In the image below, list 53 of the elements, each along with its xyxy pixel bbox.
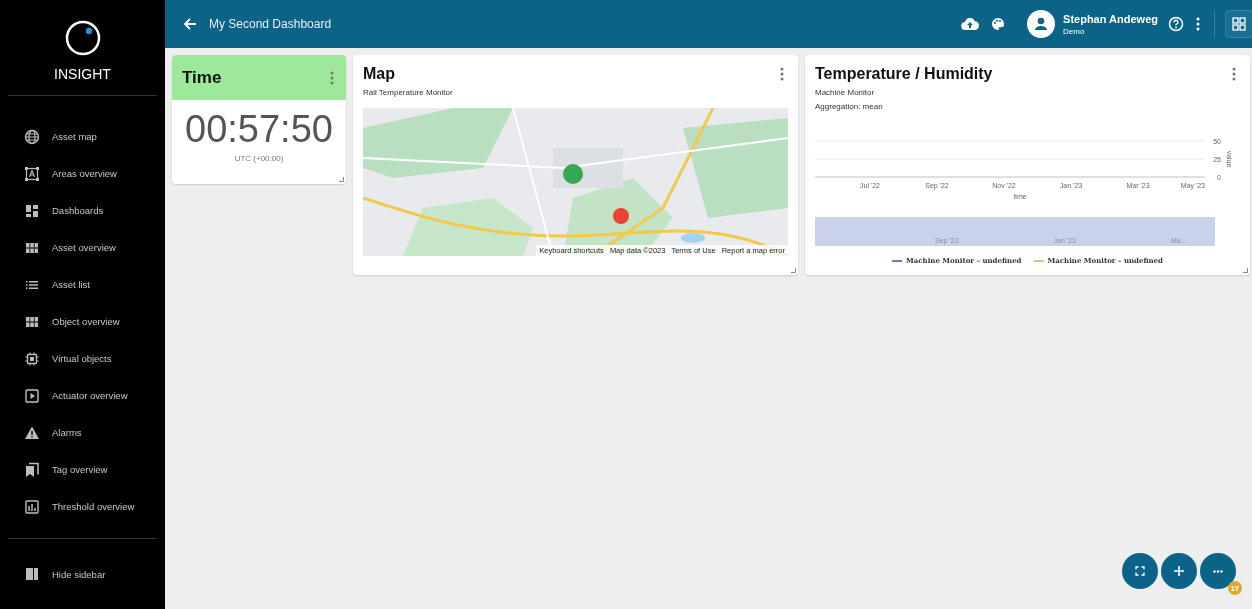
timezone-label: UTC (+00:00)	[233, 154, 285, 163]
cloud-upload-icon	[961, 17, 980, 31]
more-vert-icon	[780, 67, 784, 81]
logo-text: INSIGHT	[54, 66, 111, 82]
aggregation-label: Aggregation: mean	[815, 102, 884, 111]
widget-subtitle: Rail Temperature Monitor	[363, 88, 454, 97]
sidebar-item[interactable]: Object overview	[0, 303, 165, 340]
sidebar-item[interactable]: Asset map	[0, 118, 165, 155]
user-role: Demo	[1063, 26, 1086, 36]
sidebar-item[interactable]: Virtual objects	[0, 340, 165, 377]
sidebar-item[interactable]: Threshold overview	[0, 488, 165, 525]
chip-icon	[24, 350, 40, 367]
palette-icon	[991, 17, 1006, 31]
globe-icon	[24, 128, 40, 145]
area-icon	[24, 165, 40, 182]
back-arrow-icon	[183, 17, 197, 31]
widget-subtitle: Machine Monitor	[815, 88, 876, 97]
more-vert-icon	[1232, 67, 1236, 81]
hide-sidebar-button[interactable]: Hide sidebar	[8, 538, 157, 609]
fullscreen-button[interactable]	[1122, 553, 1158, 589]
resize-handle-icon	[791, 268, 796, 273]
widget-title: Temperature / Humidity	[815, 65, 993, 83]
sidebar-item[interactable]: Asset list	[0, 266, 165, 303]
plus-icon	[1173, 565, 1185, 577]
sidebar-item[interactable]: Dashboards	[0, 192, 165, 229]
layout-button[interactable]	[1225, 10, 1252, 38]
sidebar-item[interactable]: Tag overview	[0, 451, 165, 488]
clock-time: 00:57:50	[184, 108, 334, 151]
more-vert-icon	[1196, 17, 1200, 31]
warning-icon	[24, 424, 40, 441]
sidebar-item[interactable]: Alarms	[0, 414, 165, 451]
dashboard-icon	[24, 202, 40, 219]
more-horiz-icon	[1213, 569, 1223, 573]
sidebar-item[interactable]: Areas overview	[0, 155, 165, 192]
sidebar-icon	[24, 566, 40, 582]
add-button[interactable]	[1161, 553, 1197, 589]
dashboard-title: My Second Dashboard	[209, 17, 332, 31]
widget-title: Map	[363, 65, 395, 83]
help-icon	[1168, 16, 1184, 32]
grid-view-icon	[1232, 17, 1246, 31]
logo-icon	[64, 20, 101, 56]
sidebar-item[interactable]: Actuator overview	[0, 377, 165, 414]
fullscreen-icon	[1135, 566, 1145, 576]
bookmarks-icon	[24, 461, 40, 478]
resize-handle-icon	[339, 177, 344, 182]
sidebar-item[interactable]: Asset overview	[0, 229, 165, 266]
user-name: Stephan Andeweg	[1063, 12, 1158, 25]
more-vert-icon	[330, 70, 334, 85]
chart-box-icon	[24, 498, 40, 515]
resize-handle-icon	[1243, 268, 1248, 273]
avatar-icon	[1027, 10, 1056, 38]
widget-title: Time	[182, 67, 222, 88]
play-box-icon	[24, 387, 40, 404]
